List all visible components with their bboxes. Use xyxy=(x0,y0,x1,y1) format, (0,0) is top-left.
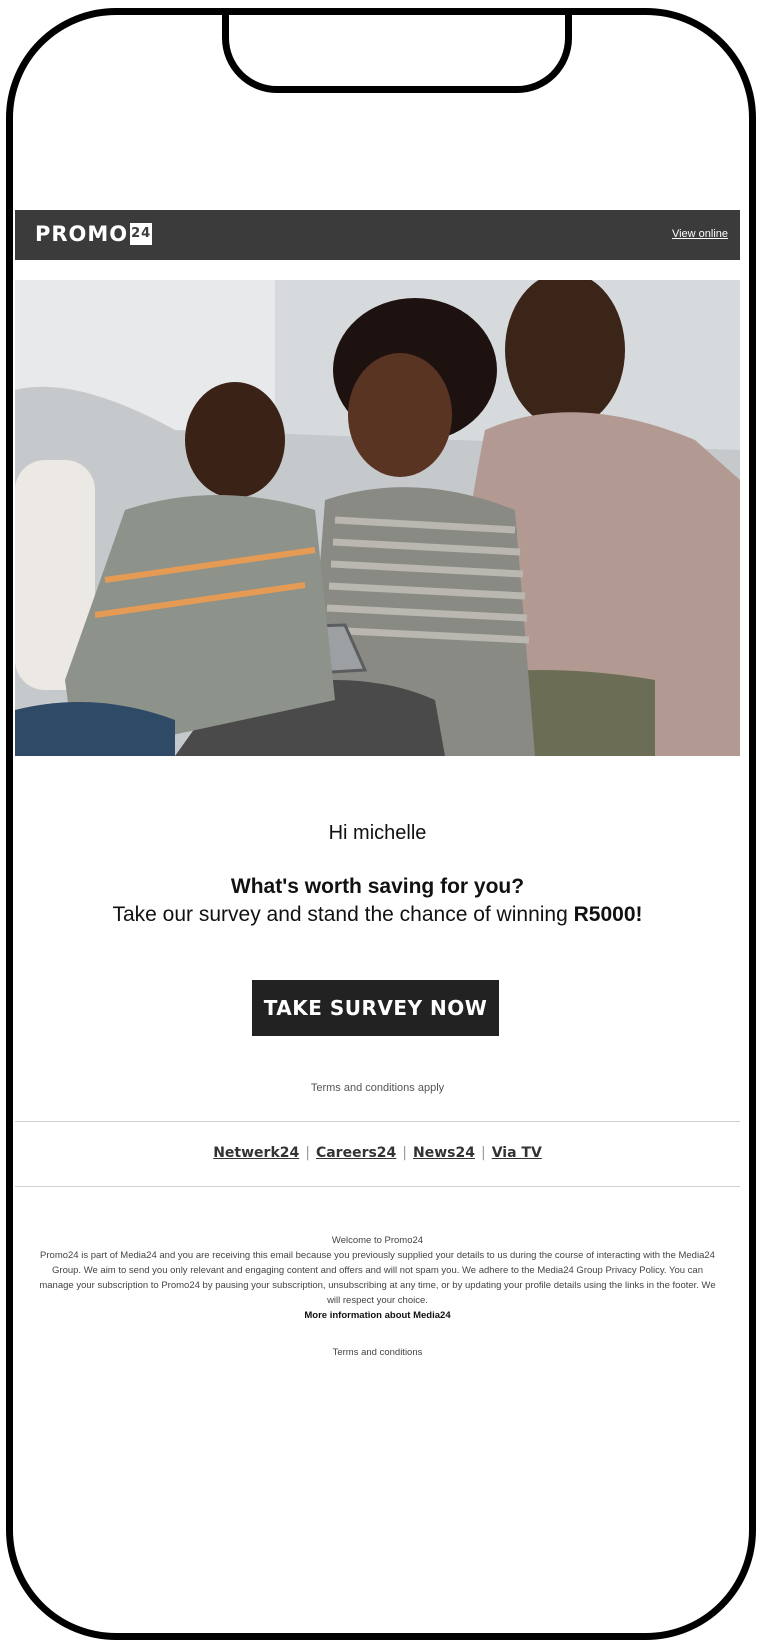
link-separator: | xyxy=(402,1145,408,1161)
footer-title: Welcome to Promo24 xyxy=(331,1235,424,1246)
link-separator: | xyxy=(480,1145,486,1161)
family-on-couch-illustration xyxy=(15,280,740,756)
email-header: PROMO 24 View online xyxy=(15,210,740,260)
logo-text: PROMO xyxy=(35,222,129,246)
more-info-link[interactable]: More information about Media24 xyxy=(35,1308,720,1323)
link-separator: | xyxy=(305,1145,310,1161)
take-survey-button[interactable]: TAKE SURVEY NOW xyxy=(252,980,499,1036)
promo24-logo[interactable]: PROMO 24 xyxy=(35,222,153,246)
divider-top xyxy=(15,1121,740,1122)
divider-bottom xyxy=(15,1186,740,1187)
subline: Take our survey and stand the chance of … xyxy=(15,903,740,927)
logo-badge: 24 xyxy=(130,223,153,245)
phone-notch xyxy=(222,15,572,93)
footer-body: Promo24 is part of Media24 and you are r… xyxy=(39,1250,716,1306)
email-footer: Welcome to Promo24 Promo24 is part of Me… xyxy=(35,1233,720,1360)
link-news24[interactable]: News24 xyxy=(413,1145,475,1161)
view-online-link[interactable]: View online xyxy=(672,228,728,240)
subline-prefix: Take our survey and stand the chance of … xyxy=(112,903,574,926)
prize-amount: R5000! xyxy=(573,903,643,926)
link-netwerk24[interactable]: Netwerk24 xyxy=(213,1145,299,1161)
partner-links: Netwerk24 | Careers24 | News24 | Via TV xyxy=(15,1145,740,1161)
link-via-tv[interactable]: Via TV xyxy=(492,1145,542,1161)
hero-image xyxy=(15,280,740,756)
headline: What's worth saving for you? xyxy=(230,875,525,898)
greeting-text: Hi michelle xyxy=(328,822,427,844)
terms-apply-text: Terms and conditions apply xyxy=(310,1082,445,1094)
link-careers24[interactable]: Careers24 xyxy=(316,1145,396,1161)
terms-conditions-link[interactable]: Terms and conditions xyxy=(35,1345,720,1360)
